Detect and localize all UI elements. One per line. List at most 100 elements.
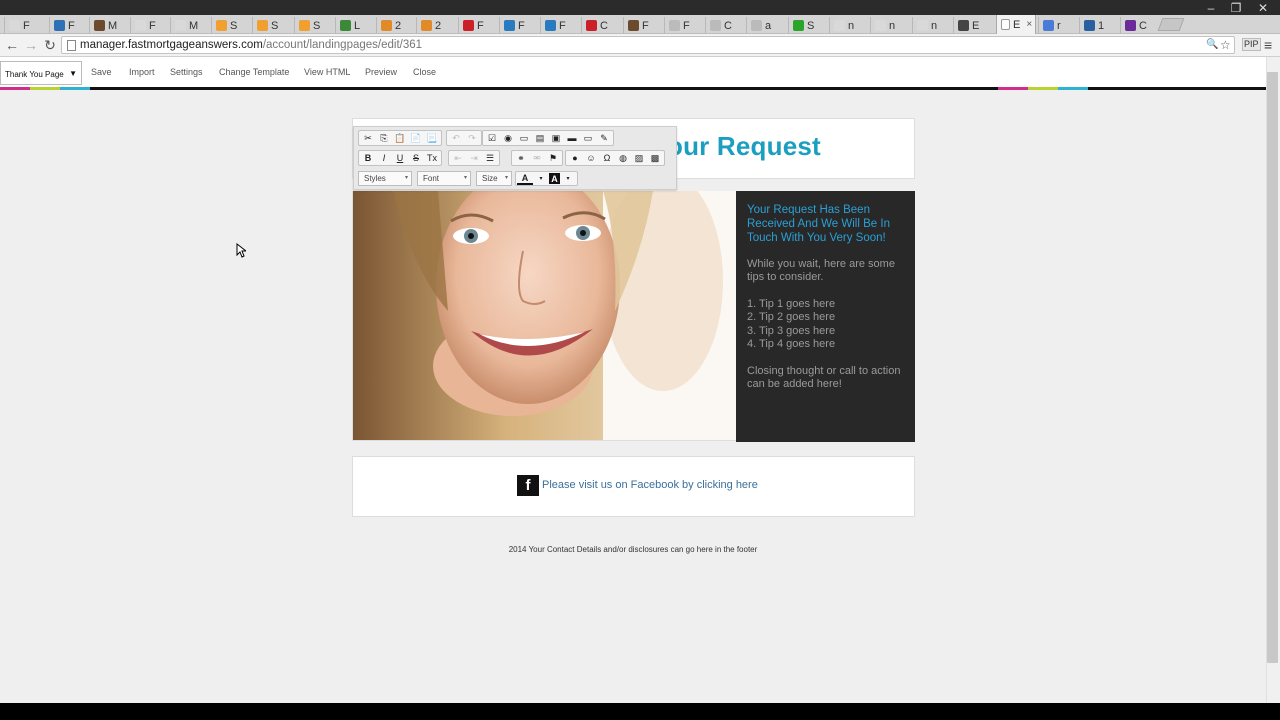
- browser-tab[interactable]: F: [130, 17, 170, 34]
- remove-format-icon[interactable]: Tx: [424, 151, 440, 165]
- browser-tab[interactable]: C: [581, 17, 621, 34]
- text-color-button[interactable]: A: [517, 173, 533, 185]
- closing-text[interactable]: Closing thought or call to action can be…: [747, 365, 912, 392]
- browser-tab[interactable]: n: [829, 17, 869, 34]
- bold-icon[interactable]: B: [360, 151, 376, 165]
- browser-tab-active[interactable]: E ×: [996, 15, 1036, 34]
- media-icon[interactable]: ▩: [647, 151, 663, 165]
- new-tab-button[interactable]: [1157, 18, 1185, 31]
- textfield-icon[interactable]: ▭: [516, 131, 532, 145]
- browser-tab[interactable]: a: [746, 17, 786, 34]
- import-button[interactable]: Import: [129, 67, 155, 77]
- browser-tab[interactable]: n: [870, 17, 910, 34]
- outdent-icon[interactable]: ⇤: [450, 151, 466, 165]
- textarea-icon[interactable]: ▤: [532, 131, 548, 145]
- browser-tab[interactable]: S: [211, 17, 251, 34]
- bookmark-star-icon[interactable]: ☆: [1220, 38, 1231, 52]
- paste-word-icon[interactable]: 📃: [424, 131, 440, 145]
- facebook-icon[interactable]: f: [517, 475, 539, 496]
- social-block[interactable]: f Please visit us on Facebook by clickin…: [352, 456, 915, 517]
- background-color-button[interactable]: A: [549, 173, 560, 184]
- window-close-button[interactable]: ✕: [1248, 0, 1278, 16]
- browser-tab[interactable]: M: [89, 17, 129, 34]
- url-input[interactable]: manager.fastmortgageanswers.com/account/…: [61, 36, 1235, 54]
- settings-button[interactable]: Settings: [170, 67, 203, 77]
- hidden-field-icon[interactable]: ✎: [596, 131, 612, 145]
- browser-tab[interactable]: M: [170, 17, 210, 34]
- hero-photo[interactable]: [352, 191, 736, 441]
- browser-tab[interactable]: F: [623, 17, 663, 34]
- browser-tab[interactable]: F: [499, 17, 539, 34]
- smiley-icon[interactable]: ☺: [583, 151, 599, 165]
- page-title[interactable]: our Request: [667, 131, 821, 162]
- styles-dropdown[interactable]: Styles ▾: [358, 171, 412, 186]
- chevron-down-icon[interactable]: ▾: [533, 172, 549, 186]
- facebook-link[interactable]: Please visit us on Facebook by clicking …: [542, 479, 758, 491]
- tip-item[interactable]: 3. Tip 3 goes here: [747, 325, 912, 338]
- browser-tab[interactable]: E: [953, 17, 993, 34]
- pip-extension-icon[interactable]: PIP: [1242, 38, 1261, 51]
- browser-tab[interactable]: S: [294, 17, 334, 34]
- italic-icon[interactable]: I: [376, 151, 392, 165]
- tip-item[interactable]: 1. Tip 1 goes here: [747, 298, 912, 311]
- underline-icon[interactable]: U: [392, 151, 408, 165]
- browser-tab[interactable]: F: [458, 17, 498, 34]
- undo-icon[interactable]: ↶: [448, 131, 464, 145]
- view-html-button[interactable]: View HTML: [304, 67, 350, 77]
- message-panel[interactable]: Your Request Has Been Received And We Wi…: [736, 191, 915, 442]
- flash-icon[interactable]: ●: [567, 151, 583, 165]
- browser-tab[interactable]: F: [540, 17, 580, 34]
- browser-menu-icon[interactable]: ≡: [1264, 37, 1276, 53]
- anchor-icon[interactable]: ⚑: [545, 151, 561, 165]
- restore-button[interactable]: ❐: [1221, 0, 1251, 16]
- image-button-icon[interactable]: ▭: [580, 131, 596, 145]
- checkbox-icon[interactable]: ☑: [484, 131, 500, 145]
- panel-intro[interactable]: While you wait, here are some tips to co…: [747, 258, 912, 285]
- chevron-down-icon[interactable]: ▾: [560, 172, 576, 186]
- redo-icon[interactable]: ↷: [464, 131, 480, 145]
- link-icon[interactable]: ⚭: [513, 151, 529, 165]
- unlink-icon[interactable]: ⚮: [529, 151, 545, 165]
- browser-tab[interactable]: 2: [416, 17, 456, 34]
- zoom-icon[interactable]: 🔍: [1206, 39, 1218, 50]
- browser-tab[interactable]: S: [252, 17, 292, 34]
- save-button[interactable]: Save: [91, 67, 112, 77]
- footer-text[interactable]: 2014 Your Contact Details and/or disclos…: [0, 545, 1266, 554]
- button-icon[interactable]: ▬: [564, 131, 580, 145]
- browser-tab[interactable]: F: [664, 17, 704, 34]
- reload-button[interactable]: ↻: [42, 37, 58, 53]
- preview-button[interactable]: Preview: [365, 67, 397, 77]
- browser-tab[interactable]: C: [705, 17, 745, 34]
- copy-icon[interactable]: ⎘: [376, 131, 392, 145]
- paste-icon[interactable]: 📋: [392, 131, 408, 145]
- template-select[interactable]: Thank You Page ▼: [0, 61, 82, 85]
- close-tab-icon[interactable]: ×: [1026, 19, 1032, 30]
- browser-tab[interactable]: r: [1038, 17, 1078, 34]
- iframe-icon[interactable]: ◍: [615, 151, 631, 165]
- special-char-icon[interactable]: Ω: [599, 151, 615, 165]
- browser-tab[interactable]: S: [788, 17, 828, 34]
- close-button[interactable]: Close: [413, 67, 436, 77]
- select-icon[interactable]: ▣: [548, 131, 564, 145]
- browser-tab[interactable]: 1: [1079, 17, 1119, 34]
- tip-item[interactable]: 2. Tip 2 goes here: [747, 311, 912, 324]
- tip-item[interactable]: 4. Tip 4 goes here: [747, 338, 912, 351]
- browser-tab[interactable]: F: [49, 17, 89, 34]
- font-dropdown[interactable]: Font ▾: [417, 171, 471, 186]
- cut-icon[interactable]: ✂: [360, 131, 376, 145]
- browser-tab[interactable]: F: [4, 17, 44, 34]
- panel-heading[interactable]: Your Request Has Been Received And We Wi…: [747, 203, 909, 245]
- align-icon[interactable]: ☰: [482, 151, 498, 165]
- browser-tab[interactable]: n: [912, 17, 952, 34]
- browser-tab[interactable]: L: [335, 17, 375, 34]
- browser-tab[interactable]: C: [1120, 17, 1160, 34]
- change-template-button[interactable]: Change Template: [219, 67, 289, 77]
- radio-icon[interactable]: ◉: [500, 131, 516, 145]
- browser-tab[interactable]: 2: [376, 17, 416, 34]
- paste-text-icon[interactable]: 📄: [408, 131, 424, 145]
- size-dropdown[interactable]: Size ▾: [476, 171, 512, 186]
- indent-icon[interactable]: ⇥: [466, 151, 482, 165]
- scrollbar-thumb[interactable]: [1267, 72, 1278, 663]
- forward-button[interactable]: →: [23, 37, 39, 53]
- image-icon[interactable]: ▨: [631, 151, 647, 165]
